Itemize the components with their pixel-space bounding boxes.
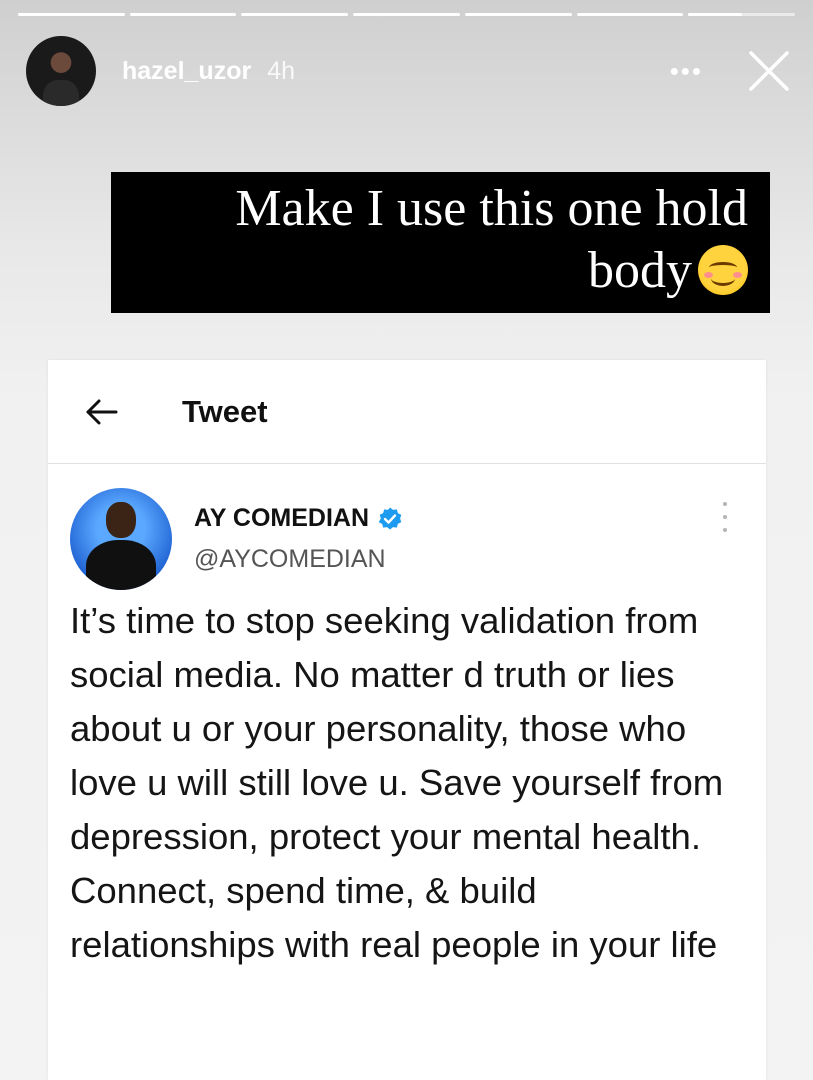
tweet-card-header: Tweet [48, 360, 766, 464]
story-timestamp: 4h [267, 56, 296, 85]
author-info: AY COMEDIAN @AYCOMEDIAN [194, 504, 403, 574]
progress-segment [129, 13, 237, 16]
progress-segment [353, 13, 460, 16]
smiling-face-emoji [698, 245, 748, 295]
author-handle[interactable]: @AYCOMEDIAN [194, 545, 403, 574]
more-icon[interactable]: ••• [670, 56, 703, 87]
author-avatar[interactable] [70, 488, 172, 590]
tweet-screenshot-card: Tweet AY COMEDIAN @AYCOMEDIAN It’s time … [48, 360, 766, 1080]
progress-segment [576, 13, 684, 16]
caption-text: Make I use this one hold body [235, 180, 748, 299]
progress-segment-current [688, 13, 796, 16]
profile-avatar[interactable] [26, 36, 96, 106]
tweet-author-row: AY COMEDIAN @AYCOMEDIAN [70, 488, 744, 590]
progress-segment [464, 13, 572, 16]
progress-segment [241, 13, 349, 16]
verified-badge-icon [378, 507, 402, 529]
author-name-row: AY COMEDIAN [194, 504, 403, 533]
progress-segment [18, 13, 125, 16]
tweet-text: It’s time to stop seeking validation fro… [70, 600, 724, 965]
author-name[interactable]: AY COMEDIAN [194, 504, 369, 533]
story-progress-bar [18, 13, 796, 16]
close-icon[interactable] [747, 49, 791, 93]
vertical-dots-icon[interactable] [720, 502, 730, 532]
story-header: hazel_uzor 4h ••• [26, 36, 793, 106]
progress-segment-fill [688, 13, 742, 16]
tweet: AY COMEDIAN @AYCOMEDIAN It’s time to sto… [48, 464, 766, 972]
story-username[interactable]: hazel_uzor [122, 57, 251, 86]
story-caption: Make I use this one hold body [111, 172, 770, 313]
tweet-page-title: Tweet [182, 393, 268, 429]
back-arrow-icon[interactable] [84, 394, 120, 430]
